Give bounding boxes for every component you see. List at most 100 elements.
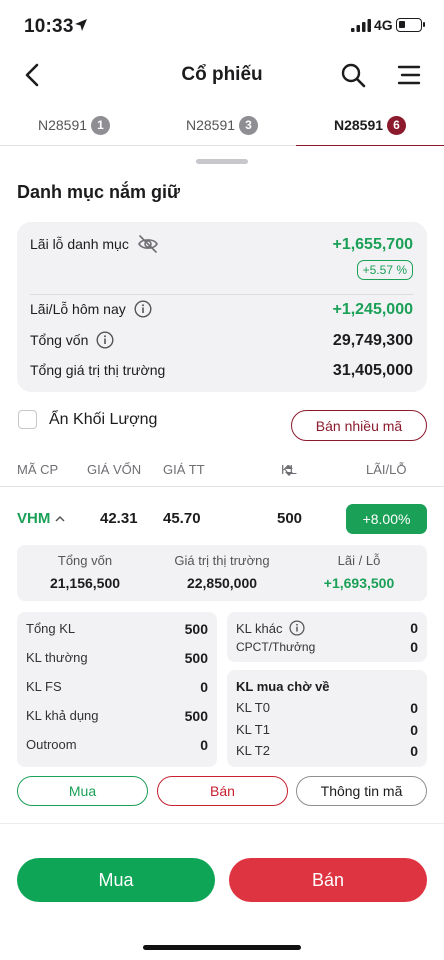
detail-market-label: Giá trị thị trường <box>174 553 270 568</box>
pnl-label: Lãi lỗ danh mục <box>30 236 129 252</box>
tab-label: N28591 <box>185 117 236 133</box>
header-volume: KL <box>281 462 297 477</box>
row-symbol-toggle[interactable]: VHM <box>17 510 65 527</box>
hide-volume-checkbox[interactable] <box>18 410 37 429</box>
detail-pnl: Lãi / Lỗ +1,693,500 <box>291 553 427 591</box>
tab-badge: 1 <box>91 115 111 135</box>
home-indicator[interactable] <box>143 945 301 950</box>
detail-market: Giá trị thị trường 22,850,000 <box>154 553 290 591</box>
portfolio-title: Danh mục nắm giữ <box>17 182 181 202</box>
row-price: 45.70 <box>163 510 201 527</box>
header-price: GIÁ TT <box>163 462 205 477</box>
bonus-label: CPCT/Thưởng <box>236 640 316 654</box>
pending-title: KL mua chờ về <box>236 679 330 694</box>
chevron-up-icon <box>55 515 65 522</box>
detail-capital-label: Tổng vốn <box>57 553 113 568</box>
page-title: Cổ phiếu <box>181 64 263 85</box>
row-buy-button[interactable]: Mua <box>17 776 148 806</box>
info-icon[interactable] <box>96 331 114 349</box>
status-bar: 10:33 4G <box>0 0 444 52</box>
pnl-percent-badge: +5.57 % <box>356 260 413 280</box>
portfolio-summary-card: Lãi lỗ danh mục +1,655,700 +5.57 % Lãi/L… <box>17 222 427 392</box>
header-cost: GIÁ VỐN <box>87 462 142 477</box>
tab-badge: 3 <box>239 115 259 135</box>
header-divider <box>0 486 444 487</box>
detail-capital-value: 21,156,500 <box>49 575 121 591</box>
row-pnl-badge: +8.00% <box>346 504 427 534</box>
detail-pnl-value: +1,693,500 <box>323 575 395 591</box>
market-value: 31,405,000 <box>332 362 413 379</box>
fs-volume-value: 0 <box>200 679 208 695</box>
capital-row-label: Tổng vốn <box>30 331 114 349</box>
row-volume: 500 <box>277 510 303 527</box>
info-icon[interactable] <box>288 620 305 636</box>
tab-account-3[interactable]: N28591 3 <box>148 104 296 146</box>
normal-volume-value: 500 <box>184 650 208 666</box>
t2-value: 0 <box>410 743 418 759</box>
detail-capital: Tổng vốn 21,156,500 <box>17 553 153 591</box>
today-label: Lãi/Lỗ hôm nay <box>30 301 126 317</box>
location-arrow-icon <box>75 19 87 31</box>
today-value: +1,245,000 <box>332 301 413 318</box>
holdings-table-header: MÃ CP GIÁ VỐN GIÁ TT KL LÃI/LỖ <box>0 462 444 486</box>
today-row-label: Lãi/Lỗ hôm nay <box>30 300 152 318</box>
t0-value: 0 <box>410 700 418 716</box>
pnl-row-label: Lãi lỗ danh mục <box>30 234 159 254</box>
available-volume-value: 500 <box>184 708 208 724</box>
tab-badge: 6 <box>387 115 407 135</box>
outroom-value: 0 <box>200 737 208 753</box>
pnl-value: +1,655,700 <box>332 236 413 253</box>
eye-hidden-icon[interactable] <box>137 234 159 254</box>
other-volume-label: KL khác <box>236 620 283 636</box>
detail-pnl-label: Lãi / Lỗ <box>337 553 381 568</box>
tab-account-6[interactable]: N28591 6 <box>296 104 444 147</box>
other-volume-row: KL khác <box>236 620 305 636</box>
network-type: 4G <box>374 17 393 33</box>
row-sell-button[interactable]: Bán <box>157 776 288 806</box>
t1-label: KL T1 <box>236 722 270 737</box>
header-symbol: MÃ CP <box>17 462 59 477</box>
available-volume-label: KL khả dụng <box>26 708 99 723</box>
total-volume-value: 500 <box>184 621 208 637</box>
normal-volume-label: KL thường <box>26 650 88 665</box>
account-tabs: N28591 1 N28591 3 N28591 6 <box>0 104 444 147</box>
buy-button[interactable]: Mua <box>17 858 215 902</box>
tab-label: N28591 <box>37 117 88 133</box>
sell-button[interactable]: Bán <box>229 858 427 902</box>
volume-breakdown-card: Tổng KL 500 KL thường 500 KL FS 0 KL khả… <box>17 612 217 767</box>
stock-detail-summary: Tổng vốn 21,156,500 Giá trị thị trường 2… <box>17 545 427 601</box>
detail-market-value: 22,850,000 <box>186 575 258 591</box>
cellular-signal-icon <box>351 19 371 32</box>
bonus-value: 0 <box>410 639 418 655</box>
tab-label: N28591 <box>333 117 384 133</box>
t1-value: 0 <box>410 722 418 738</box>
table-row[interactable]: VHM 42.31 45.70 500 +8.00% <box>0 502 444 534</box>
info-icon[interactable] <box>134 300 152 318</box>
search-icon[interactable] <box>340 62 366 88</box>
section-divider <box>0 823 444 824</box>
battery-icon <box>396 18 425 32</box>
pending-volume-card: KL mua chờ về KL T0 0 KL T1 0 KL T2 0 <box>227 670 427 767</box>
nav-bar: Cổ phiếu <box>0 52 444 98</box>
fs-volume-label: KL FS <box>26 679 62 694</box>
row-symbol: VHM <box>17 510 51 527</box>
other-volume-value: 0 <box>410 620 418 636</box>
status-time: 10:33 <box>24 16 74 37</box>
header-volume-sort[interactable]: KL <box>281 462 297 477</box>
total-volume-label: Tổng KL <box>26 621 76 636</box>
stock-info-button[interactable]: Thông tin mã <box>296 776 427 806</box>
capital-label: Tổng vốn <box>30 332 89 348</box>
hide-volume-toggle[interactable]: Ẩn Khối Lượng <box>18 410 157 429</box>
sell-many-button[interactable]: Bán nhiều mã <box>291 410 427 441</box>
hide-volume-label: Ẩn Khối Lượng <box>49 410 158 428</box>
market-value-label: Tổng giá trị thị trường <box>30 362 166 378</box>
sheet-drag-handle[interactable] <box>196 159 248 164</box>
tab-account-1[interactable]: N28591 1 <box>0 104 148 146</box>
t0-label: KL T0 <box>236 700 270 715</box>
other-volume-card: KL khác 0 CPCT/Thưởng 0 <box>227 612 427 662</box>
row-cost: 42.31 <box>100 510 138 527</box>
hamburger-menu-icon[interactable] <box>396 62 422 88</box>
outroom-label: Outroom <box>26 737 77 752</box>
capital-value: 29,749,300 <box>332 332 413 349</box>
header-pnl: LÃI/LỖ <box>366 462 407 477</box>
